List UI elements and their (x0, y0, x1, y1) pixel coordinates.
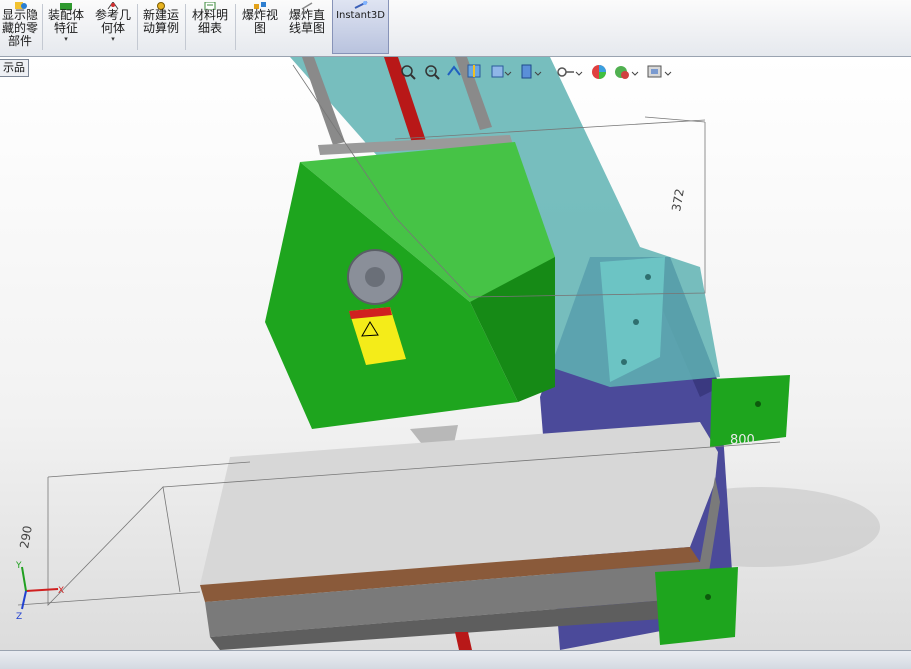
dimension-depth[interactable]: 290 (17, 525, 35, 550)
triad-z-axis (21, 590, 27, 610)
view-settings-icon[interactable] (647, 65, 672, 78)
zoom-area-icon[interactable] (425, 65, 440, 80)
triad-x-axis (25, 588, 59, 592)
status-bar (0, 650, 911, 669)
previous-view-icon[interactable] (447, 65, 461, 76)
show-hidden-components-button[interactable]: 显示隐 藏的零 部件 (0, 0, 40, 54)
triad-y-label: Y (15, 561, 22, 571)
dimension-line-top-tick (644, 116, 706, 123)
exploded-view-label: 爆炸视 图 (241, 8, 278, 35)
instant3d-button[interactable]: Instant3D (332, 0, 389, 54)
reference-geometry-label: 参考几 何体 (94, 8, 131, 35)
new-motion-study-button[interactable]: 新建运 动算例 (139, 0, 183, 54)
bill-of-materials-button[interactable]: 材料明 细表 (187, 0, 233, 54)
cnc-machine-model[interactable]: 372 800 290 X Y Z (0, 57, 911, 650)
bill-of-materials-icon (202, 0, 218, 11)
instant3d-icon (353, 0, 369, 9)
exploded-view-button[interactable]: 爆炸视 图 (237, 0, 283, 54)
section-view-icon[interactable] (467, 64, 481, 78)
dimension-line-bottom (17, 591, 201, 606)
motor-shaft (365, 267, 385, 287)
explode-line-sketch-button[interactable]: 爆炸直 线草图 (284, 0, 330, 54)
assembly-feature-icon (58, 0, 74, 10)
dimension-line-left (47, 461, 251, 478)
toolbar-separator (235, 4, 236, 50)
motion-study-icon (153, 0, 169, 10)
view-orientation-icon[interactable] (491, 65, 512, 78)
triad-z-label: Z (16, 612, 22, 622)
show-hidden-components-icon (12, 0, 28, 9)
table-leadscrew (455, 632, 472, 650)
bill-of-materials-label: 材料明 细表 (191, 8, 228, 35)
dimension-height[interactable]: 372 (669, 188, 687, 213)
assembly-feature-button[interactable]: 装配体 特征 ▾ (44, 0, 88, 54)
reference-triad: X Y Z (15, 561, 64, 622)
dimension-width[interactable]: 800 (730, 433, 755, 448)
zoom-to-fit-icon[interactable] (401, 65, 416, 80)
assembly-feature-label: 装配体 特征 (47, 8, 84, 35)
heads-up-view-toolbar (396, 61, 686, 83)
explode-line-sketch-label: 爆炸直 线草图 (288, 8, 325, 35)
triad-y-axis (21, 566, 27, 592)
reference-geometry-icon (105, 0, 121, 10)
toolbar-separator (137, 4, 138, 50)
command-manager-toolbar: 显示隐 藏的零 部件 装配体 特征 ▾ 参考几 何体 ▾ 新建运 动算例 材料明… (0, 0, 911, 57)
reference-geometry-button[interactable]: 参考几 何体 ▾ (91, 0, 135, 54)
instant3d-label: Instant3D (336, 10, 385, 21)
toolbar-separator (185, 4, 186, 50)
graphics-area[interactable]: 372 800 290 X Y Z 示品 (0, 57, 911, 650)
chevron-down-icon[interactable]: ▾ (91, 35, 135, 44)
hide-show-items-icon[interactable] (557, 67, 583, 77)
show-hidden-components-label: 显示隐 藏的零 部件 (1, 8, 38, 48)
apply-scene-icon[interactable] (615, 66, 639, 79)
dimension-box-depth (47, 477, 181, 606)
chevron-down-icon[interactable]: ▾ (44, 35, 88, 44)
display-style-icon[interactable] (521, 64, 542, 79)
bolt-hole (705, 594, 711, 600)
bolt-hole (621, 359, 627, 365)
toolbar-separator (42, 4, 43, 50)
explode-line-sketch-icon (299, 0, 315, 10)
exploded-view-icon (252, 0, 268, 9)
feature-tree-tab[interactable]: 示品 (0, 59, 29, 77)
triad-x-label: X (58, 586, 64, 596)
stop-block-lower (655, 567, 738, 645)
bolt-hole (645, 274, 651, 280)
edit-appearance-icon[interactable] (592, 65, 606, 79)
bolt-hole (633, 319, 639, 325)
new-motion-study-label: 新建运 动算例 (142, 8, 179, 35)
bolt-hole (755, 401, 761, 407)
